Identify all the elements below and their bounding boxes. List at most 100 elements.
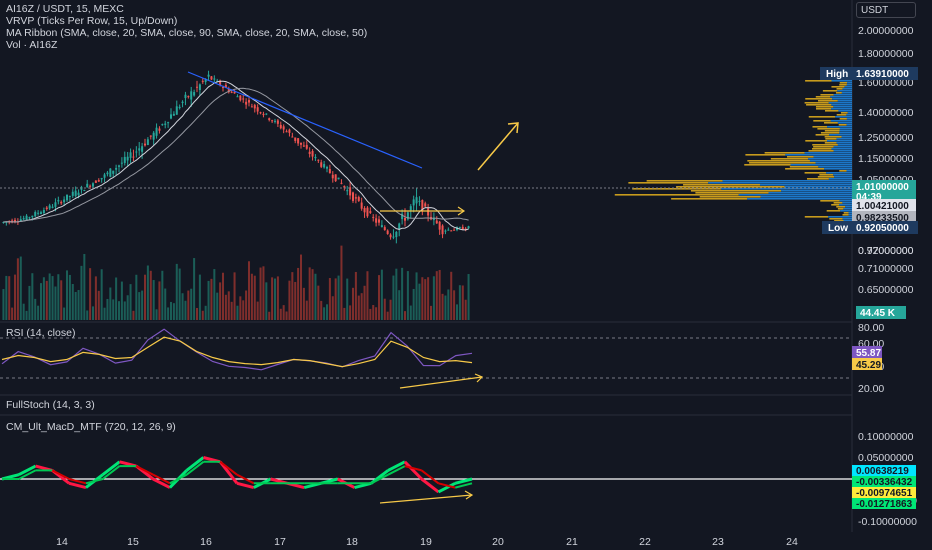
volume-indicator-label[interactable]: Vol · AI16Z [6,39,367,51]
x-tick-label: 17 [274,536,286,548]
macd-divergence-arrow[interactable] [379,490,474,504]
volume-bar [201,310,204,320]
candle-body [89,185,92,187]
vrvp-row-down [824,136,842,138]
volume-bar [65,270,69,320]
vrvp-row-up [835,116,852,118]
volume-bar [403,311,407,320]
vrvp-row-down [819,174,834,176]
ma-ribbon-indicator-label[interactable]: MA Ribbon (SMA, close, 20, SMA, close, 9… [6,27,367,39]
vrvp-row-down [815,134,830,136]
volume-bar [25,310,28,320]
vrvp-row-down [837,208,844,210]
candle-body [138,148,141,151]
volume-bar [11,307,14,320]
vrvp-row-down [836,206,846,208]
vrvp-row-up [844,86,852,88]
candle-body [282,126,285,130]
rsi-indicator-label[interactable]: RSI (14, close) [6,327,75,339]
macd-value-2: -0.00336432 [856,477,913,488]
volume-bar [120,281,123,320]
candle-body [415,197,418,204]
candle-body [418,200,421,202]
vrvp-row-up [790,164,852,166]
vrvp-row-down [805,140,827,142]
vrvp-row-down [824,130,840,132]
candle-body [86,183,89,188]
volume-bar [262,266,265,320]
volume-badge: 44.45 K [856,306,906,319]
vrvp-row-down [816,108,832,110]
vrvp-row-down [812,144,838,146]
chart-canvas[interactable]: 2.000000001.800000001.600000001.40000000… [0,0,932,550]
macd-indicator-label[interactable]: CM_Ult_MacD_MTF (720, 12, 26, 9) [6,421,176,433]
volume-bar [247,261,251,320]
volume-bar [184,300,187,320]
x-tick-label: 20 [492,536,504,548]
vrvp-row-down [840,112,848,114]
vrvp-row-down [843,212,849,214]
vrvp-row-up [833,146,852,148]
candle-body [34,212,37,217]
volume-bar [83,253,86,320]
vrvp-row-down [815,106,834,108]
vrvp-row-up [847,82,852,84]
vrvp-row-up [722,180,852,182]
x-tick-label: 22 [639,536,651,548]
volume-bar [317,285,320,320]
volume-bar [467,274,470,320]
x-tick-label: 18 [346,536,358,548]
candle-body [340,182,343,184]
vrvp-indicator-label[interactable]: VRVP (Ticks Per Row, 15, Up/Down) [6,15,367,27]
candle-body [314,156,317,159]
vrvp-row-up [845,206,852,208]
candle-body [357,197,360,201]
candle-body [288,129,291,133]
candle-body [175,106,178,115]
volume-bar [377,275,381,320]
vrvp-row-down [614,194,739,196]
candle-body [39,212,43,214]
candle-body [427,208,430,216]
trend-line[interactable] [187,71,423,169]
time-axis[interactable]: 14 15 16 17 18 19 20 21 22 23 24 [56,536,798,548]
volume-bar [37,305,40,320]
candle-body [453,229,456,231]
volume-bar [239,296,242,320]
rsi-divergence-arrow[interactable] [399,373,484,389]
candle-body [441,225,444,235]
candle-body [31,215,34,218]
volume-bar [207,280,210,320]
candle-body [60,201,63,204]
volume-bar [279,308,282,320]
vrvp-row-up [837,122,852,124]
volume-bar [100,269,103,320]
candle-body [412,199,415,206]
vrvp-row-up [846,170,852,172]
symbol-title[interactable]: AI16Z / USDT, 15, MEXC [6,3,367,15]
candle-body [97,180,100,182]
macd-line-segment [387,460,406,472]
candle-body [375,218,378,223]
candle-body [129,152,132,158]
currency-selector-button[interactable]: USDT [856,2,916,18]
candle-body [126,156,129,161]
stoch-indicator-label[interactable]: FullStoch (14, 3, 3) [6,399,95,411]
candle-body [132,156,135,158]
price-axis[interactable]: 2.000000001.800000001.600000001.40000000… [858,25,917,528]
volume-bar [357,295,360,320]
candle-body [193,92,196,96]
vrvp-row-down [744,164,791,166]
candle-body [392,236,395,238]
volume-bar [74,291,77,320]
candle-body [207,74,210,77]
vrvp-row-up [839,132,852,134]
vrvp-row-up [833,174,852,176]
vrvp-row-up [784,186,852,188]
up-arrow-annotation[interactable] [477,122,519,171]
volume-bar [16,258,19,320]
volume-bar [346,278,349,320]
vrvp-row-down [808,116,836,118]
ma-line [3,87,469,223]
candle-body [386,230,389,234]
